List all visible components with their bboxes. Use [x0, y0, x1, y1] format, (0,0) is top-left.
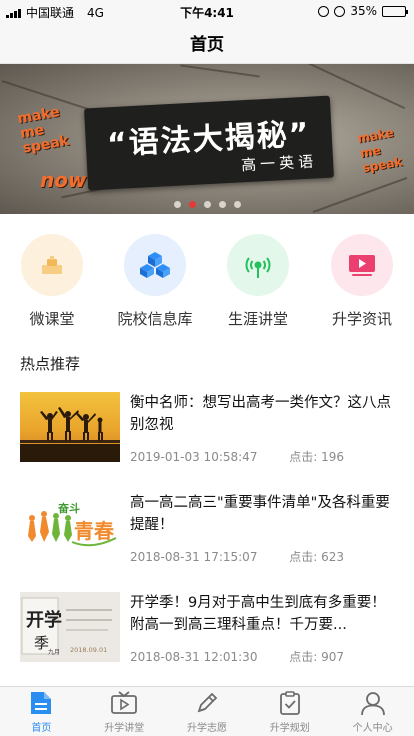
- article-thumbnail: 开学 季 九月 2018.09.01: [20, 592, 120, 662]
- article-item[interactable]: 衡中名师：想写出高考一类作文？这八点别忽视 2019-01-03 10:58:4…: [20, 392, 394, 464]
- article-date: 2018-08-31 12:01:30: [130, 650, 258, 664]
- article-clicks: 点击: 196: [289, 450, 345, 464]
- banner-make-me-speak-right: make me speak: [356, 125, 404, 176]
- thumb-text-kaixue: 开学: [26, 609, 62, 631]
- carousel-dot[interactable]: [188, 201, 196, 208]
- tab-label: 升学讲堂: [104, 723, 145, 734]
- article-title: 高一高二高三"重要事件清单"及各科重要提醒！: [130, 495, 390, 533]
- article-thumbnail: 奋斗 青春: [20, 492, 120, 562]
- category-label: 升学资讯: [331, 310, 392, 328]
- thumb-text-ji: 季: [34, 634, 49, 652]
- category-label: 微课堂: [29, 310, 75, 328]
- carousel-dot[interactable]: [203, 201, 211, 208]
- thumb-text-fendou: 奋斗: [57, 501, 80, 515]
- article-meta: 2019-01-03 10:58:47 点击: 196: [130, 448, 372, 465]
- tab-profile[interactable]: 个人中心: [331, 687, 414, 736]
- category-school-database[interactable]: 院校信息库: [105, 234, 205, 329]
- category-micro-class[interactable]: 微课堂: [2, 234, 102, 329]
- carousel-dot[interactable]: [173, 201, 181, 208]
- tab-bar: 首页 升学讲堂 升学志愿 升学规划 个人中心: [0, 686, 414, 736]
- banner-carousel[interactable]: make me speak now make me speak “语法大揭秘” 高一英语: [0, 64, 414, 214]
- article-date: 2018-08-31 17:15:07: [130, 550, 258, 564]
- page-title: 首页: [190, 35, 224, 55]
- battery-icon: [382, 5, 408, 17]
- carousel-indicator: [0, 201, 414, 208]
- article-thumbnail: [20, 392, 120, 462]
- person-icon: [359, 689, 387, 717]
- clipboard-check-icon: [276, 689, 304, 717]
- article-title: 开学季！9月对于高中生到底有多重要！附高一到高三理科重点！千万要...: [130, 595, 386, 633]
- article-meta: 2018-08-31 12:01:30 点击: 907: [130, 648, 372, 665]
- status-right: 35%: [318, 4, 408, 18]
- banner-board: “语法大揭秘” 高一英语: [84, 95, 334, 191]
- article-clicks: 点击: 623: [289, 550, 345, 564]
- thumb-text-jiuyue: 九月: [48, 648, 60, 656]
- article-item[interactable]: 奋斗 青春 高一高二高三"重要事件清单"及各科重要提醒！ 2018-08-31 …: [20, 492, 394, 564]
- article-meta: 2018-08-31 17:15:07 点击: 623: [130, 548, 372, 565]
- home-doc-icon: [27, 689, 55, 717]
- carousel-dot[interactable]: [218, 201, 226, 208]
- banner-make-me-speak-left: make me speak: [16, 104, 71, 157]
- category-career-lecture[interactable]: 生涯讲堂: [208, 234, 308, 329]
- article-clicks: 点击: 907: [289, 650, 345, 664]
- carousel-dot[interactable]: [233, 201, 241, 208]
- nav-bar: 首页: [0, 22, 414, 64]
- article-date: 2019-01-03 10:58:47: [130, 450, 258, 464]
- admission-news-icon: [331, 234, 393, 296]
- banner-now-text: now: [40, 168, 87, 192]
- thumb-text-qingchun: 青春: [74, 519, 115, 543]
- thumb-text-date: 2018.09.01: [70, 646, 107, 654]
- section-title-hot: 热点推荐: [20, 355, 81, 373]
- tab-home[interactable]: 首页: [0, 687, 83, 736]
- tab-label: 个人中心: [352, 723, 393, 734]
- rotation-lock-icon: [318, 5, 330, 17]
- video-tv-icon: [110, 689, 138, 717]
- tab-label: 升学规划: [269, 723, 310, 734]
- micro-class-icon: [21, 234, 83, 296]
- battery-percent: 35%: [350, 4, 377, 18]
- status-bar: 中国联通 4G 下午4:41 35%: [0, 0, 414, 22]
- tab-planning[interactable]: 升学规划: [248, 687, 331, 736]
- tab-volunteer[interactable]: 升学志愿: [166, 687, 249, 736]
- article-title: 衡中名师：想写出高考一类作文？这八点别忽视: [130, 395, 391, 433]
- category-label: 生涯讲堂: [227, 310, 288, 328]
- tab-lecture[interactable]: 升学讲堂: [83, 687, 166, 736]
- article-item[interactable]: 开学 季 九月 2018.09.01 开学季！9月对于高中生到底有多重要！附高一…: [20, 592, 394, 664]
- pencil-icon: [193, 689, 221, 717]
- category-row: 微课堂 院校信息库 生涯讲堂 升学资讯: [0, 234, 414, 330]
- alarm-icon: [334, 5, 346, 17]
- tab-label: 首页: [31, 723, 52, 734]
- career-lecture-icon: [227, 234, 289, 296]
- school-database-icon: [124, 234, 186, 296]
- category-label: 院校信息库: [117, 310, 193, 328]
- banner-subtitle: 高一英语: [240, 152, 318, 175]
- category-admission-news[interactable]: 升学资讯: [312, 234, 412, 329]
- tab-label: 升学志愿: [186, 723, 227, 734]
